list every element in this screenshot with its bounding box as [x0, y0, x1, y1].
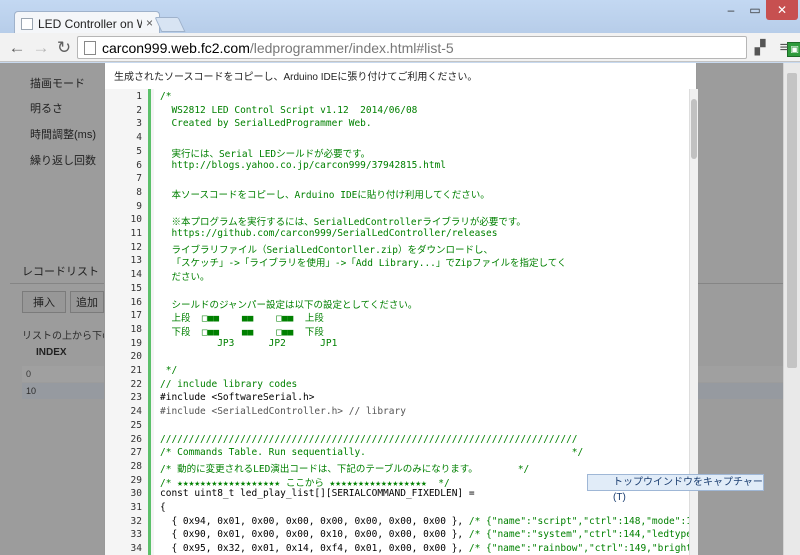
code-line: ※本プログラムを実行するには、SerialLedControllerライブラリが… — [160, 217, 526, 229]
minimize-button[interactable]: – — [718, 0, 744, 20]
reload-icon[interactable]: ↻ — [53, 37, 75, 59]
line-number: 25 — [130, 419, 142, 431]
line-number: 23 — [130, 392, 142, 404]
line-number: 11 — [130, 228, 142, 239]
code-line: 実行には、Serial LEDシールドが必要です。 — [160, 148, 371, 160]
line-number: 6 — [136, 159, 142, 171]
page-icon — [84, 40, 96, 55]
code-line: シールドのジャンパー設定は以下の設定としてください。 — [160, 299, 418, 311]
code-line: */ — [160, 365, 178, 376]
tab-close-icon[interactable]: × — [146, 16, 153, 30]
tab-title: LED Controller on Web2 — [38, 16, 142, 31]
line-number: 13 — [130, 255, 142, 267]
line-number: 26 — [130, 433, 142, 445]
window-titlebar: LED Controller on Web2 × – ▭ ✕ — [0, 0, 800, 35]
line-number: 30 — [130, 488, 142, 500]
line-number: 1 — [136, 91, 142, 102]
line-number: 5 — [136, 145, 142, 157]
line-number: 17 — [130, 310, 142, 322]
line-number: 16 — [130, 296, 142, 308]
code-line: #include <SerialLedController.h> // libr… — [160, 406, 406, 418]
code-line: ださい。 — [160, 272, 210, 284]
code-line: https://github.com/carcon999/SerialLedCo… — [160, 228, 498, 239]
line-number: 2 — [136, 104, 142, 116]
line-number: 15 — [130, 282, 142, 294]
line-number: 8 — [136, 186, 142, 198]
line-number: 4 — [136, 132, 142, 144]
code-line: { 0x90, 0x01, 0x00, 0x00, 0x10, 0x00, 0x… — [160, 529, 689, 541]
code-line: 本ソースコードをコピーし、Arduino IDEに貼り付け利用してください。 — [160, 189, 490, 201]
code-line: { — [160, 502, 166, 513]
line-number: 7 — [136, 173, 142, 185]
code-line: ライブラリファイル（SerialLedContorller.zip）をダウンロー… — [160, 244, 493, 256]
line-number: 19 — [130, 337, 142, 349]
code-line: /* — [160, 91, 172, 102]
code-line: // include library codes — [160, 378, 298, 390]
forward-arrow-icon[interactable]: → — [30, 37, 52, 59]
code-line: http://blogs.yahoo.co.jp/carcon999/37942… — [160, 159, 446, 171]
line-number: 27 — [130, 447, 142, 459]
code-line: 「スケッチ」->「ライブラリを使用」->「Add Library...」でZip… — [160, 258, 567, 270]
line-number: 10 — [130, 214, 142, 226]
chrome-menu-icon[interactable]: ≡ — [776, 39, 792, 56]
code-line: WS2812 LED Control Script v1.12 2014/06/… — [160, 104, 418, 116]
code-line: /* Commands Table. Run sequentially. */ — [160, 447, 584, 459]
editor-scroll-thumb[interactable] — [691, 99, 697, 159]
line-number: 18 — [130, 323, 142, 335]
code-line: 上段 □■■ ■■ □■■ 上段 — [160, 313, 324, 325]
code-line: #include <SoftwareSerial.h> — [160, 392, 315, 404]
line-number: 31 — [130, 502, 142, 513]
line-number: 21 — [130, 365, 142, 376]
url-host: carcon999.web.fc2.com — [102, 39, 250, 56]
line-number: 33 — [130, 529, 142, 541]
line-number: 32 — [130, 515, 142, 527]
code-line: { 0x94, 0x01, 0x00, 0x00, 0x00, 0x00, 0x… — [160, 515, 689, 527]
line-number: 9 — [136, 200, 142, 212]
browser-toolbar: ← → ↻ carcon999.web.fc2.com/ledprogramme… — [0, 33, 800, 62]
page-scroll-thumb[interactable] — [787, 73, 797, 368]
code-line: /* ★★★★★★★★★★★★★★★★★★ ここから ★★★★★★★★★★★★★… — [160, 477, 450, 489]
dialog-instruction: 生成されたソースコードをコピーし、Arduino IDEに張り付けてご利用くださ… — [114, 72, 478, 83]
maximize-button[interactable]: ▭ — [744, 0, 766, 20]
line-number: 28 — [130, 460, 142, 472]
code-line: /* 動的に変更されるLED演出コードは、下記のテーブルのみになります。 */ — [160, 463, 530, 475]
code-line: JP3 JP2 JP1 — [160, 337, 338, 349]
line-number: 29 — [130, 474, 142, 486]
back-arrow-icon[interactable]: ← — [6, 37, 28, 59]
page-scrollbar[interactable] — [783, 63, 800, 555]
line-number: 24 — [130, 406, 142, 418]
page-favicon-icon — [21, 17, 33, 30]
code-line: ////////////////////////////////////////… — [160, 433, 578, 445]
address-bar[interactable]: carcon999.web.fc2.com/ledprogrammer/inde… — [77, 36, 800, 59]
browser-tab[interactable]: LED Controller on Web2 × — [14, 11, 160, 35]
line-number: 14 — [130, 269, 142, 281]
extension-icon[interactable]: ▞ — [752, 39, 768, 55]
window-close-button[interactable]: ✕ — [766, 0, 798, 20]
capture-tooltip: トップウインドウをキャプチャー(T) — [587, 474, 764, 503]
code-line: 下段 □■■ ■■ □■■ 下段 — [160, 326, 324, 338]
code-line: const uint8_t led_play_list[][SERIALCOMM… — [160, 488, 475, 500]
code-line: { 0x95, 0x32, 0x01, 0x14, 0xf4, 0x01, 0x… — [160, 543, 689, 555]
code-line: Created by SerialLedProgrammer Web. — [160, 118, 372, 130]
line-number: 22 — [130, 378, 142, 390]
line-number-gutter: 1 2 3 4 5 6 7 8 9 10 11 12 13 14 15 16 17 18 19 20 21 22 23 24 2… — [105, 89, 151, 555]
line-number: 12 — [130, 241, 142, 253]
line-number: 20 — [130, 351, 142, 363]
line-number: 3 — [136, 118, 142, 130]
url-text: carcon999.web.fc2.com/ledprogrammer/inde… — [102, 40, 454, 56]
url-path: /ledprogrammer/index.html#list-5 — [249, 39, 454, 56]
line-number: 34 — [130, 543, 142, 555]
